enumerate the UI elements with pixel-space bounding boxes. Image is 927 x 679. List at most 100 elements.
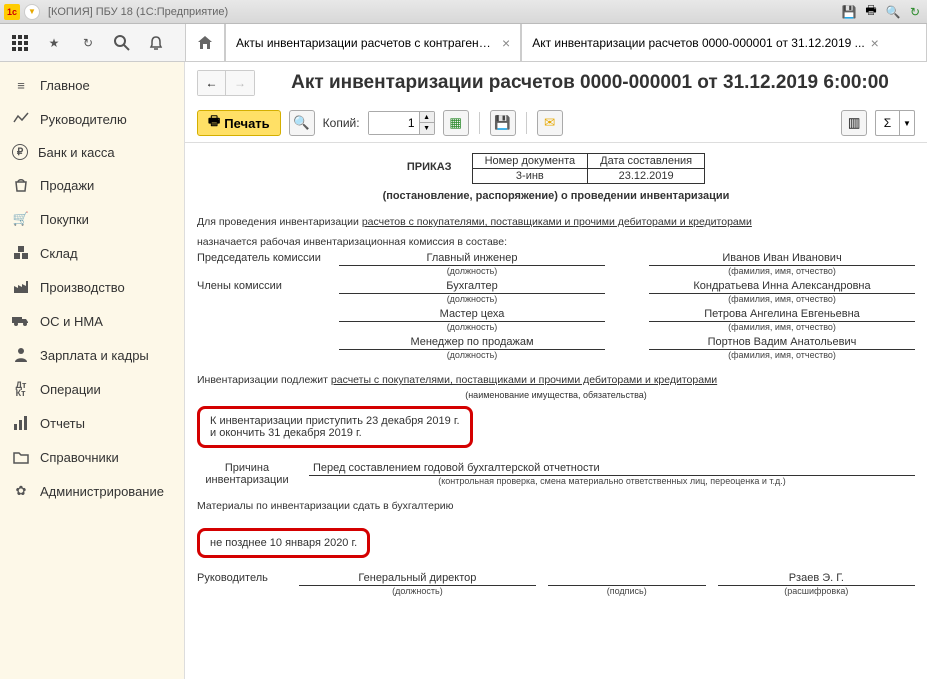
- copies-stepper[interactable]: ▲ ▼: [368, 111, 435, 135]
- sidebar-item-catalogs[interactable]: Справочники: [0, 440, 184, 474]
- m2-fio-field: Петрова Ангелина Евгеньевна(фамилия, имя…: [649, 308, 915, 332]
- titlebar: 1c ▼ [КОПИЯ] ПБУ 18 (1С:Предприятие) 💾 🖶…: [0, 0, 927, 24]
- member-row: Мастер цеха(должность) Петрова Ангелина …: [197, 308, 915, 332]
- sidebar-item-production[interactable]: Производство: [0, 270, 184, 304]
- sidebar-item-manager[interactable]: Руководителю: [0, 102, 184, 136]
- th-docnum: Номер документа: [472, 154, 588, 169]
- reason-field: Перед составлением годовой бухгалтерской…: [309, 462, 915, 486]
- sidebar-item-label: Производство: [40, 280, 125, 295]
- m1-fio: Кондратьева Инна Александровна: [649, 280, 915, 294]
- page-title: Акт инвентаризации расчетов 0000-000001 …: [265, 72, 915, 94]
- spin-down[interactable]: ▼: [420, 123, 434, 134]
- envelope-icon: ✉: [544, 115, 555, 131]
- save-icon[interactable]: 💾: [841, 4, 857, 20]
- sidebar-item-reports[interactable]: Отчеты: [0, 406, 184, 440]
- submit-line: Материалы по инвентаризации сдать в бухг…: [197, 500, 915, 512]
- sidebar-item-label: Главное: [40, 78, 90, 93]
- copies-spin: ▲ ▼: [419, 112, 434, 134]
- chevron-down-icon: ▼: [900, 111, 914, 135]
- sidebar-item-operations[interactable]: ДтКтОперации: [0, 372, 184, 406]
- reason-val: Перед составлением годовой бухгалтерской…: [309, 462, 915, 476]
- m3-pos: Менеджер по продажам: [339, 336, 605, 350]
- sidebar-item-label: Справочники: [40, 450, 119, 465]
- header-row: ← → Акт инвентаризации расчетов 0000-000…: [185, 62, 927, 104]
- sidebar-item-label: Склад: [40, 246, 78, 261]
- sidebar-item-label: Зарплата и кадры: [40, 348, 149, 363]
- apps-icon[interactable]: [10, 33, 30, 53]
- m1-fio-field: Кондратьева Инна Александровна(фамилия, …: [649, 280, 915, 304]
- td-docdate: 23.12.2019: [588, 169, 705, 184]
- search-icon[interactable]: 🔍: [885, 4, 901, 20]
- ruble-icon: ₽: [12, 144, 28, 160]
- back-button[interactable]: ←: [198, 71, 226, 95]
- m2-pos-field: Мастер цеха(должность): [339, 308, 605, 332]
- sidebar-item-label: Отчеты: [40, 416, 85, 431]
- members-label: Члены комиссии: [197, 280, 327, 292]
- sig-hint: (подпись): [548, 586, 706, 596]
- toolbar: 🖶Печать 🔍 Копий: ▲ ▼ ▦ 💾 ✉ ▥ Σ ▼: [185, 104, 927, 143]
- folder-icon: [12, 448, 30, 466]
- doc-header-table: Номер документаДата составления 3-инв23.…: [472, 153, 706, 184]
- m3-fio-field: Портнов Вадим Анатольевич(фамилия, имя, …: [649, 336, 915, 360]
- edit-button[interactable]: ▦: [443, 110, 469, 136]
- subject-line: Инвентаризации подлежит расчеты с покупа…: [197, 374, 915, 386]
- sidebar-item-bank[interactable]: ₽Банк и касса: [0, 136, 184, 168]
- tab-inventory-act-detail[interactable]: Акт инвентаризации расчетов 0000-000001 …: [521, 24, 927, 61]
- fio-hint: (фамилия, имя, отчество): [649, 266, 915, 276]
- refresh-icon[interactable]: ↻: [907, 4, 923, 20]
- print-button[interactable]: 🖶Печать: [197, 110, 281, 136]
- director-pos: Генеральный директор: [299, 572, 536, 586]
- sigma-icon: Σ: [876, 111, 900, 135]
- preview-button[interactable]: 🔍: [289, 110, 315, 136]
- tab-home[interactable]: [185, 24, 225, 61]
- sidebar-item-sales[interactable]: Продажи: [0, 168, 184, 202]
- tab-label: Акты инвентаризации расчетов с контраген…: [236, 36, 496, 50]
- template-button[interactable]: ▥: [841, 110, 867, 136]
- save-button[interactable]: 💾: [490, 110, 516, 136]
- sidebar-item-main[interactable]: ≡Главное: [0, 68, 184, 102]
- titlebar-left: 1c ▼ [КОПИЯ] ПБУ 18 (1С:Предприятие): [4, 4, 841, 20]
- operations-icon: ДтКт: [12, 380, 30, 398]
- end-line: и окончить 31 декабря 2019 г.: [210, 427, 460, 439]
- sidebar-item-warehouse[interactable]: Склад: [0, 236, 184, 270]
- history-icon[interactable]: ↻: [78, 33, 98, 53]
- close-icon[interactable]: ×: [502, 35, 510, 51]
- main: ← → Акт инвентаризации расчетов 0000-000…: [185, 62, 927, 679]
- print-icon[interactable]: 🖶: [863, 4, 879, 20]
- close-icon[interactable]: ×: [871, 35, 879, 51]
- tab-label: Акт инвентаризации расчетов 0000-000001 …: [532, 36, 864, 50]
- prikaz-subtitle: (постановление, распоряжение) о проведен…: [197, 188, 915, 202]
- spin-up[interactable]: ▲: [420, 112, 434, 123]
- tab-inventory-acts[interactable]: Акты инвентаризации расчетов с контраген…: [225, 24, 521, 61]
- person-icon: [12, 346, 30, 364]
- bell-icon[interactable]: [146, 33, 166, 53]
- director-pos-field: Генеральный директор(должность): [299, 572, 536, 596]
- copies-input[interactable]: [369, 112, 419, 134]
- intro-line: Для проведения инвентаризации расчетов с…: [197, 216, 915, 228]
- email-button[interactable]: ✉: [537, 110, 563, 136]
- th-docdate: Дата составления: [588, 154, 705, 169]
- member-row: Члены комиссии Бухгалтер(должность) Конд…: [197, 280, 915, 304]
- sidebar-item-admin[interactable]: ✿Администрирование: [0, 474, 184, 508]
- chairman-pos: Главный инженер: [339, 252, 605, 266]
- search-icon[interactable]: [112, 33, 132, 53]
- forward-button[interactable]: →: [226, 71, 254, 95]
- sidebar-item-assets[interactable]: ОС и НМА: [0, 304, 184, 338]
- signature-field: (подпись): [548, 572, 706, 596]
- subject-label: Инвентаризации подлежит: [197, 374, 331, 386]
- gear-icon: ✿: [12, 482, 30, 500]
- m3-pos-field: Менеджер по продажам(должность): [339, 336, 605, 360]
- reason-label2: инвентаризации: [197, 474, 297, 486]
- sidebar-item-purchases[interactable]: 🛒Покупки: [0, 202, 184, 236]
- director-fio-field: Рзаев Э. Г.(расшифровка): [718, 572, 915, 596]
- sigma-button[interactable]: Σ ▼: [875, 110, 915, 136]
- reason-row: Причина инвентаризации Перед составление…: [197, 462, 915, 486]
- star-icon[interactable]: ★: [44, 33, 64, 53]
- sidebar-item-payroll[interactable]: Зарплата и кадры: [0, 338, 184, 372]
- reason-hint: (контрольная проверка, смена материально…: [309, 476, 915, 486]
- dropdown-icon[interactable]: ▼: [24, 4, 40, 20]
- subject-val: расчеты с покупателями, поставщиками и п…: [331, 374, 717, 386]
- reason-label: Причина инвентаризации: [197, 462, 297, 486]
- chart-icon: [12, 110, 30, 128]
- app-logo-icon: 1c: [4, 4, 20, 20]
